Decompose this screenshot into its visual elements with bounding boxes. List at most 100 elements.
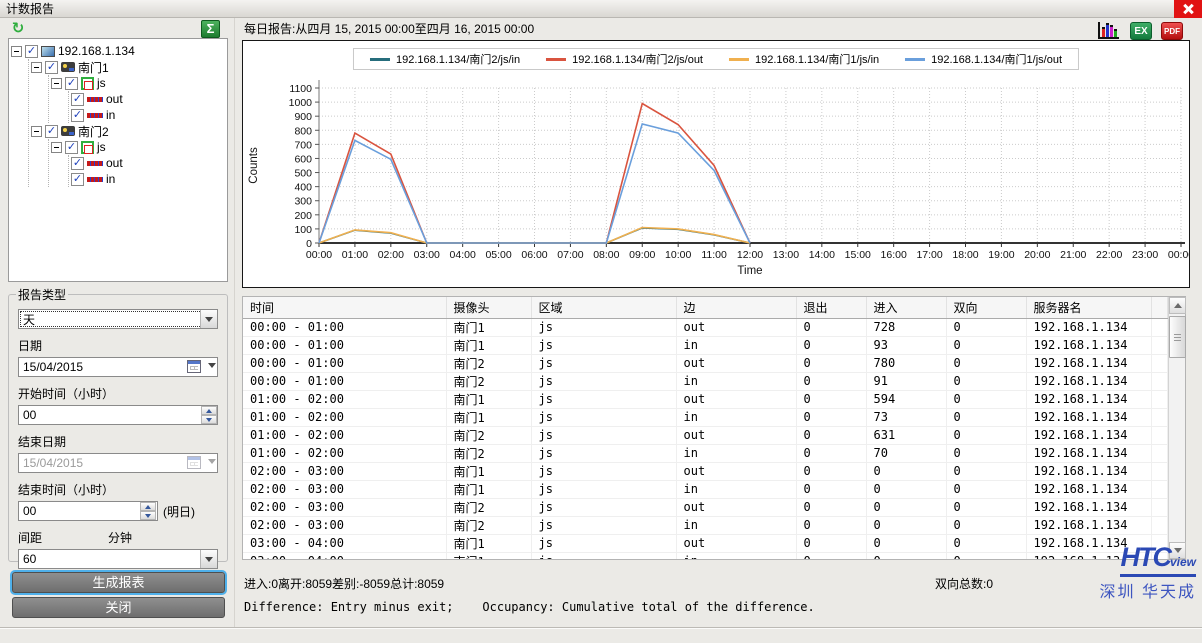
close-icon: [1182, 3, 1194, 15]
tree-node-南门1[interactable]: ✓南门1: [31, 59, 225, 75]
report-type-field[interactable]: 天: [18, 309, 218, 329]
tree-node-js[interactable]: ✓js: [51, 75, 225, 91]
tree-node-in[interactable]: ✓in: [71, 171, 225, 187]
generate-report-button[interactable]: 生成报表: [12, 572, 225, 593]
tree-checkbox[interactable]: ✓: [71, 173, 84, 186]
table-row[interactable]: 01:00 - 02:00南门1jsout05940192.168.1.134: [243, 390, 1168, 408]
close-report-button[interactable]: 关闭: [12, 597, 225, 618]
table-cell: 0: [946, 426, 1026, 444]
end-hour-stepper[interactable]: [140, 502, 156, 520]
table-cell: 南门2: [446, 498, 531, 516]
column-header[interactable]: 时间: [243, 297, 446, 318]
collapse-icon[interactable]: [31, 126, 42, 137]
calendar-icon[interactable]: [187, 360, 201, 373]
svg-text:1100: 1100: [289, 83, 312, 95]
chevron-down-icon[interactable]: [200, 550, 217, 568]
refresh-icon[interactable]: ↻: [10, 21, 26, 37]
tree-checkbox[interactable]: ✓: [45, 125, 58, 138]
table-row[interactable]: 03:00 - 04:00南门1jsin000192.168.1.134: [243, 552, 1168, 559]
table-cell: 0: [796, 426, 866, 444]
table-row[interactable]: 01:00 - 02:00南门1jsin0730192.168.1.134: [243, 408, 1168, 426]
tree-checkbox[interactable]: ✓: [65, 141, 78, 154]
table-cell: 南门2: [446, 372, 531, 390]
column-header[interactable]: 边: [676, 297, 796, 318]
chevron-down-icon[interactable]: [208, 363, 216, 368]
export-excel-icon[interactable]: EX: [1130, 22, 1152, 40]
svg-text:06:00: 06:00: [521, 249, 547, 261]
tree-checkbox[interactable]: ✓: [71, 157, 84, 170]
svg-text:400: 400: [294, 182, 312, 194]
table-row[interactable]: 01:00 - 02:00南门2jsout06310192.168.1.134: [243, 426, 1168, 444]
close-button[interactable]: [1174, 0, 1202, 18]
table-cell: 192.168.1.134: [1026, 462, 1151, 480]
table-row[interactable]: 03:00 - 04:00南门1jsout000192.168.1.134: [243, 534, 1168, 552]
end-hour-input[interactable]: 00: [18, 501, 158, 521]
table-row[interactable]: 00:00 - 01:00南门1jsin0930192.168.1.134: [243, 336, 1168, 354]
column-header[interactable]: 双向: [946, 297, 1026, 318]
end-hour-field[interactable]: 00 (明日): [18, 501, 218, 521]
tree-checkbox[interactable]: ✓: [71, 93, 84, 106]
tree-node-南门2[interactable]: ✓南门2: [31, 123, 225, 139]
start-hour-stepper[interactable]: [201, 406, 217, 424]
table-row[interactable]: 00:00 - 01:00南门2jsin0910192.168.1.134: [243, 372, 1168, 390]
start-hour-label: 开始时间（小时）: [18, 385, 218, 402]
sigma-summary-button[interactable]: Σ: [201, 20, 220, 38]
tree-checkbox[interactable]: ✓: [65, 77, 78, 90]
table-row[interactable]: 02:00 - 03:00南门1jsin000192.168.1.134: [243, 480, 1168, 498]
export-pdf-icon[interactable]: PDF: [1161, 22, 1183, 40]
table-cell: 0: [946, 372, 1026, 390]
table-row[interactable]: 00:00 - 01:00南门2jsout07800192.168.1.134: [243, 354, 1168, 372]
column-header[interactable]: 摄像头: [446, 297, 531, 318]
legend-swatch: [729, 58, 749, 61]
table-cell: in: [676, 336, 796, 354]
svg-text:15:00: 15:00: [845, 249, 871, 261]
table-cell: 0: [796, 408, 866, 426]
collapse-icon[interactable]: [31, 62, 42, 73]
logo-subtitle: 深圳 华天成: [1100, 578, 1196, 602]
tree-node-192.168.1.134[interactable]: ✓192.168.1.134: [11, 43, 225, 59]
column-header[interactable]: 区域: [531, 297, 676, 318]
column-header[interactable]: 进入: [866, 297, 946, 318]
table-cell: 南门1: [446, 552, 531, 559]
end-date-field: 15/04/2015: [18, 453, 218, 473]
tree-node-in[interactable]: ✓in: [71, 107, 225, 123]
bar-chart-view-icon[interactable]: [1098, 22, 1119, 39]
start-hour-field[interactable]: 00: [18, 405, 218, 425]
legend-swatch: [370, 58, 390, 61]
panel-divider: [234, 18, 235, 628]
table-row[interactable]: 02:00 - 03:00南门2jsout000192.168.1.134: [243, 498, 1168, 516]
table-row[interactable]: 02:00 - 03:00南门1jsout000192.168.1.134: [243, 462, 1168, 480]
table-cell: js: [531, 444, 676, 462]
interval-field[interactable]: 60: [18, 549, 218, 569]
date-field[interactable]: 15/04/2015: [18, 357, 218, 377]
start-hour-input[interactable]: 00: [18, 405, 218, 425]
column-header[interactable]: 服务器名: [1026, 297, 1151, 318]
table-row[interactable]: 02:00 - 03:00南门2jsin000192.168.1.134: [243, 516, 1168, 534]
table-cell: 0: [796, 444, 866, 462]
table-cell: 0: [796, 336, 866, 354]
svg-text:02:00: 02:00: [378, 249, 404, 261]
tree-node-out[interactable]: ✓out: [71, 155, 225, 171]
table-cell: 0: [946, 516, 1026, 534]
camera-icon: [61, 62, 75, 72]
table-scrollbar[interactable]: [1168, 297, 1185, 559]
interval-select[interactable]: 60: [18, 549, 218, 569]
tree-node-js[interactable]: ✓js: [51, 139, 225, 155]
table-cell: in: [676, 480, 796, 498]
tree-node-out[interactable]: ✓out: [71, 91, 225, 107]
table-cell: in: [676, 516, 796, 534]
svg-text:00:00: 00:00: [1168, 249, 1189, 261]
report-type-select[interactable]: 天: [18, 309, 218, 329]
collapse-icon[interactable]: [51, 142, 62, 153]
tree-checkbox[interactable]: ✓: [25, 45, 38, 58]
tree-checkbox[interactable]: ✓: [45, 61, 58, 74]
table-row[interactable]: 00:00 - 01:00南门1jsout07280192.168.1.134: [243, 318, 1168, 336]
scrollbar-thumb[interactable]: [1169, 316, 1186, 358]
chevron-down-icon[interactable]: [200, 310, 217, 328]
table-row[interactable]: 01:00 - 02:00南门2jsin0700192.168.1.134: [243, 444, 1168, 462]
tree-checkbox[interactable]: ✓: [71, 109, 84, 122]
scroll-up-icon[interactable]: [1169, 297, 1186, 314]
collapse-icon[interactable]: [51, 78, 62, 89]
column-header[interactable]: 退出: [796, 297, 866, 318]
collapse-icon[interactable]: [11, 46, 22, 57]
